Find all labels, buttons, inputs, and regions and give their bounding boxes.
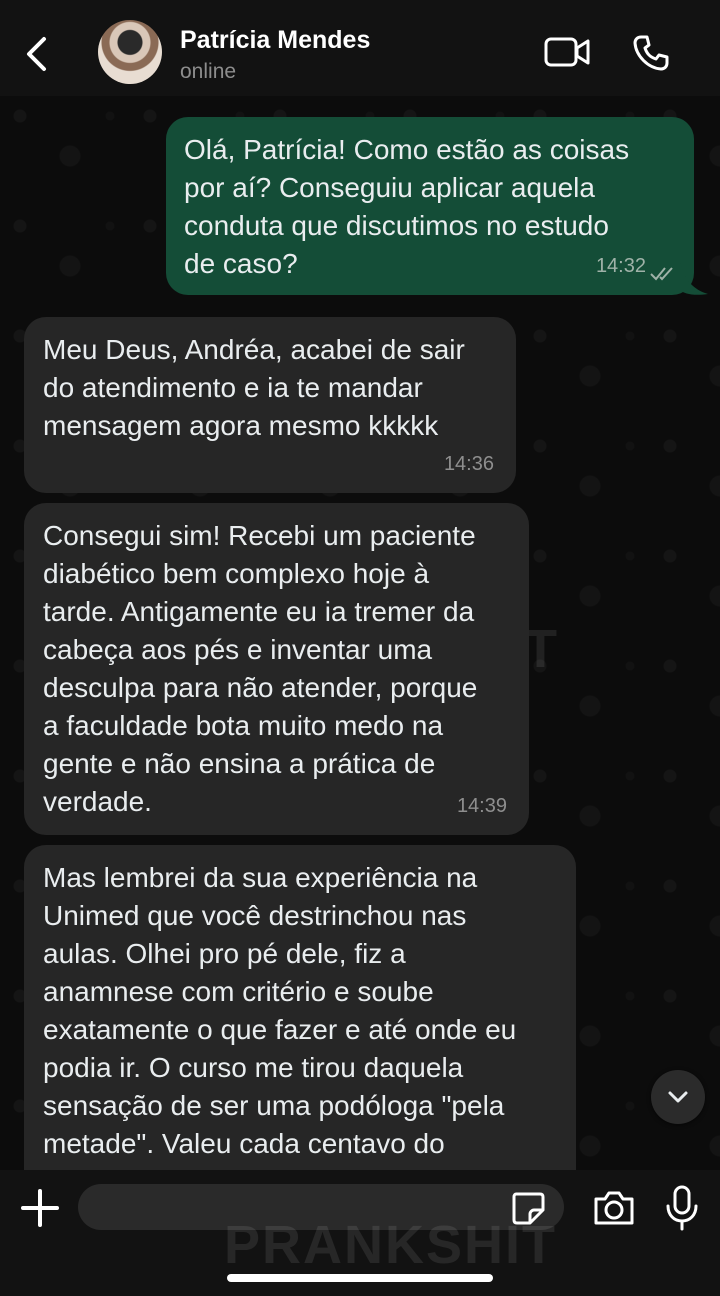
chat-header: Patrícia Mendes online (0, 0, 720, 96)
phone-icon (633, 35, 669, 71)
contact-name[interactable]: Patrícia Mendes (180, 26, 370, 55)
bubble-tail (680, 262, 708, 295)
back-chevron-icon (27, 37, 46, 71)
read-receipt-icon (650, 267, 673, 281)
message-incoming[interactable]: Mas lembrei da sua experiência na Unimed… (24, 845, 576, 1205)
message-text: Mas lembrei da sua experiência na Unimed… (43, 862, 517, 1159)
contact-status: online (180, 60, 237, 83)
home-indicator (227, 1274, 493, 1282)
chevron-down-icon (668, 1091, 688, 1103)
attach-button[interactable] (18, 1186, 62, 1230)
message-time: 14:36 (443, 453, 494, 475)
message-time: 14:39 (456, 795, 507, 817)
video-call-button[interactable] (544, 36, 590, 68)
scroll-to-bottom-button[interactable] (651, 1070, 705, 1124)
watermark-bottom: PRANKSHIT (224, 1215, 558, 1275)
message-text: Meu Deus, Andréa, acabei de sair do aten… (43, 334, 465, 441)
back-button[interactable] (20, 36, 54, 72)
camera-icon (594, 1191, 634, 1225)
message-text: Consegui sim! Recebi um paciente diabéti… (43, 520, 478, 817)
video-icon (544, 37, 590, 67)
message-time: 14:32 (595, 255, 646, 277)
voice-call-button[interactable] (632, 34, 670, 72)
camera-button[interactable] (592, 1188, 636, 1228)
message-incoming[interactable]: Consegui sim! Recebi um paciente diabéti… (24, 503, 529, 835)
contact-avatar[interactable] (98, 20, 162, 84)
mic-icon (666, 1185, 698, 1231)
plus-icon (21, 1189, 59, 1227)
message-outgoing[interactable]: Olá, Patrícia! Como estão as coisas por … (166, 117, 694, 295)
voice-message-button[interactable] (664, 1184, 700, 1232)
message-incoming[interactable]: Meu Deus, Andréa, acabei de sair do aten… (24, 317, 516, 493)
